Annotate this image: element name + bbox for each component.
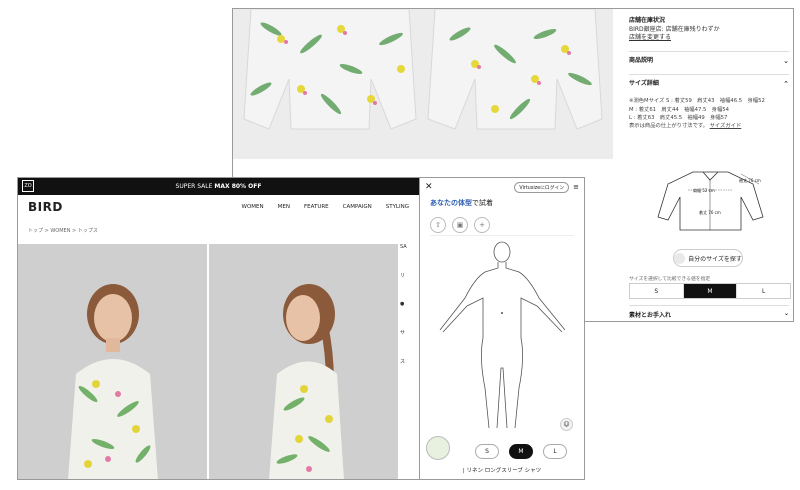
shirt-back-photo: [243, 9, 417, 130]
chevron-down-icon: ⌄: [783, 310, 789, 317]
size-detail-accordion[interactable]: サイズ詳細 ⌃: [629, 74, 789, 93]
size-selector: S M L: [629, 283, 791, 299]
length-label: 着丈 76 cm: [699, 209, 721, 215]
size-table: ※测色Mサイズ S : 着丈59 肩丈43 袖幅46.5 身幅52 M : 着丈…: [629, 97, 789, 130]
product-side-info: SA リ ● サ ス: [400, 244, 419, 479]
panel-title: あなたの体型で試着: [420, 196, 584, 214]
shoulder-label: 肩幅 52 cm: [693, 187, 715, 193]
close-icon[interactable]: ✕: [425, 182, 433, 192]
size-option-l[interactable]: L: [737, 284, 790, 298]
product-info: 店舗在庫状況 BIRD銀座店: 店舗在庫残りわずか 店舗を変更する 商品説明 ⌄…: [629, 17, 789, 130]
breadcrumb[interactable]: トップ > WOMEN > トップス: [18, 219, 419, 239]
panel-toolbar: ⇧ ▣ +: [430, 214, 574, 236]
side-fragment-5: ス: [400, 359, 406, 365]
size-pill-m[interactable]: M: [509, 444, 533, 459]
size-line-s: ※测色Mサイズ S : 着丈59 肩丈43 袖幅46.5 身幅52: [629, 98, 765, 105]
product-photo-strip: [233, 9, 613, 159]
product-thumbnail[interactable]: [426, 436, 450, 460]
chevron-up-icon: ⌃: [783, 80, 789, 89]
menu-styling[interactable]: STYLING: [386, 204, 409, 210]
virtusize-panel: ✕ Virtusizeにログイン ≡ あなたの体型で試着 ⇧ ▣ + ☺ S M…: [420, 177, 585, 480]
side-fragment-1: SA: [400, 244, 407, 250]
item-icon[interactable]: ▣: [452, 216, 468, 233]
add-icon[interactable]: +: [474, 216, 490, 233]
promo-bar: ZO SUPER SALE MAX 80% OFF: [18, 178, 419, 195]
body-silhouette: [439, 241, 566, 429]
product-name: | リネン ロングスリーブ シャツ: [462, 468, 542, 474]
material-heading: 素材とお手入れ: [629, 312, 672, 319]
size-line-l: L : 着丈63 肩丈45.5 袖幅49 身幅57: [629, 114, 728, 121]
change-store-link[interactable]: 店舗を変更する: [629, 34, 789, 43]
chevron-down-icon: ⌄: [783, 57, 789, 66]
find-my-size-label: 自分のサイズを探す: [688, 255, 742, 263]
size-pill-s[interactable]: S: [475, 444, 499, 459]
size-option-m[interactable]: M: [683, 284, 738, 298]
stock-label: 店舗在庫状況: [629, 17, 666, 24]
product-gallery: [18, 244, 398, 479]
title-suffix: で試着: [472, 199, 493, 207]
avatar-icon[interactable]: ☺: [560, 418, 573, 431]
virtusize-login-button[interactable]: Virtusizeにログイン: [514, 181, 570, 193]
size-detail-heading: サイズ詳細: [629, 79, 659, 87]
sleeve-label: 袖丈 76 cm: [739, 177, 761, 183]
menu-women[interactable]: WOMEN: [242, 204, 264, 210]
size-option-s[interactable]: S: [630, 284, 684, 298]
side-fragment-3: ●: [400, 301, 405, 307]
upload-icon[interactable]: ⇧: [430, 216, 446, 233]
size-pills: S M L: [475, 444, 567, 459]
promo-prefix: SUPER SALE: [175, 183, 213, 190]
material-accordion[interactable]: 素材とお手入れ ⌄: [629, 305, 789, 319]
size-line-m: M : 着丈61 肩丈44 袖幅47.5 身幅54: [629, 106, 730, 113]
menu-feature[interactable]: FEATURE: [304, 204, 329, 210]
menu-icon[interactable]: ≡: [573, 183, 579, 191]
body-icon: [674, 252, 686, 264]
menu-campaign[interactable]: CAMPAIGN: [343, 204, 372, 210]
description-accordion[interactable]: 商品説明 ⌄: [629, 51, 789, 70]
panel-header: ✕ Virtusizeにログイン ≡: [420, 178, 584, 196]
promo-discount: MAX 80% OFF: [214, 183, 262, 190]
model-photo-side[interactable]: [209, 244, 398, 479]
main-menu: WOMEN MEN FEATURE CAMPAIGN STYLING: [242, 204, 409, 210]
shirt-front-photo: [427, 9, 603, 130]
brand-logo[interactable]: BIRD: [28, 200, 63, 214]
shirt-size-diagram: 肩幅 52 cm 着丈 76 cm 袖丈 76 cm: [657, 171, 764, 231]
find-my-size-button[interactable]: 自分のサイズを探す: [673, 249, 743, 267]
model-photo-front[interactable]: [18, 244, 207, 479]
site-nav: BIRD WOMEN MEN FEATURE CAMPAIGN STYLING: [18, 195, 419, 219]
size-note: 表示は商品の仕上がり寸法です。: [629, 122, 708, 129]
description-heading: 商品説明: [629, 56, 654, 64]
title-highlight: あなたの体型: [430, 199, 472, 207]
store-logo-icon: ZO: [22, 180, 34, 192]
side-fragment-4: サ: [400, 330, 406, 336]
side-fragment-2: リ: [400, 273, 406, 279]
size-guide-link[interactable]: サイズガイド: [710, 123, 742, 129]
size-pill-l[interactable]: L: [543, 444, 567, 459]
size-compare-hint: サイズを選択して比較できる値を指定: [629, 277, 711, 282]
menu-men[interactable]: MEN: [278, 204, 290, 210]
store-page-window: ZO SUPER SALE MAX 80% OFF BIRD WOMEN MEN…: [17, 177, 420, 480]
